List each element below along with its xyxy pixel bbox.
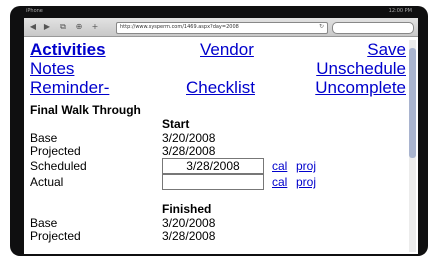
screen: ◀ ▶ ⧉ ⊕ + http://www.sysperm.com/1469.as… (24, 18, 418, 254)
scrollbar[interactable] (409, 40, 416, 252)
scheduled-proj-link[interactable]: proj (296, 159, 316, 173)
start-scheduled-label: Scheduled (30, 159, 87, 173)
carrier-label: iPhone (26, 8, 43, 14)
start-projected-label: Projected (30, 144, 81, 158)
device-frame: iPhone 12:00 PM ◀ ▶ ⧉ ⊕ + http://www.sys… (10, 6, 428, 256)
nav-row-3: Reminder- Checklist Uncomplete (30, 78, 406, 100)
actual-cal-link[interactable]: cal (272, 175, 287, 189)
checklist-link[interactable]: Checklist (186, 78, 255, 98)
finished-projected-label: Projected (30, 229, 81, 243)
clock-label: 12:00 PM (388, 8, 412, 14)
actual-date-input[interactable] (162, 174, 264, 190)
start-base-label: Base (30, 131, 58, 145)
url-bar[interactable]: http://www.sysperm.com/1469.aspx?day=200… (116, 22, 328, 34)
tabs-icon[interactable]: ⊕ (74, 22, 84, 32)
bookmarks-icon[interactable]: ⧉ (58, 22, 68, 32)
add-bookmark-icon[interactable]: + (90, 22, 100, 32)
finished-base-value: 3/20/2008 (162, 216, 216, 230)
unschedule-link[interactable]: Unschedule (316, 59, 406, 79)
finished-heading: Finished (162, 202, 212, 216)
page-content: Activities Vendor Save Notes Unschedule … (30, 40, 406, 254)
scrollbar-thumb[interactable] (409, 48, 416, 158)
start-heading: Start (162, 117, 190, 131)
vendor-link[interactable]: Vendor (200, 40, 254, 60)
scheduled-cal-link[interactable]: cal (272, 159, 287, 173)
notes-link[interactable]: Notes (30, 59, 74, 79)
start-actual-label: Actual (30, 175, 64, 189)
forward-icon[interactable]: ▶ (42, 22, 52, 32)
status-bar: iPhone 12:00 PM (10, 6, 428, 16)
start-projected-value: 3/28/2008 (162, 144, 216, 158)
scheduled-date-input[interactable]: 3/28/2008 (162, 158, 264, 174)
finished-base-label: Base (30, 216, 58, 230)
search-bar[interactable] (332, 22, 414, 34)
save-link[interactable]: Save (367, 40, 406, 60)
section-title: Final Walk Through (30, 103, 141, 117)
uncomplete-link[interactable]: Uncomplete (315, 78, 406, 98)
reminder-link[interactable]: Reminder- (30, 78, 109, 98)
back-icon[interactable]: ◀ (28, 22, 38, 32)
url-text: http://www.sysperm.com/1469.aspx?day=200… (120, 24, 239, 30)
browser-toolbar: ◀ ▶ ⧉ ⊕ + http://www.sysperm.com/1469.as… (24, 18, 418, 37)
activities-link[interactable]: Activities (30, 40, 106, 60)
actual-proj-link[interactable]: proj (296, 175, 316, 189)
reload-icon[interactable]: ↻ (319, 23, 324, 30)
finished-projected-value: 3/28/2008 (162, 229, 216, 243)
start-base-value: 3/20/2008 (162, 131, 216, 145)
